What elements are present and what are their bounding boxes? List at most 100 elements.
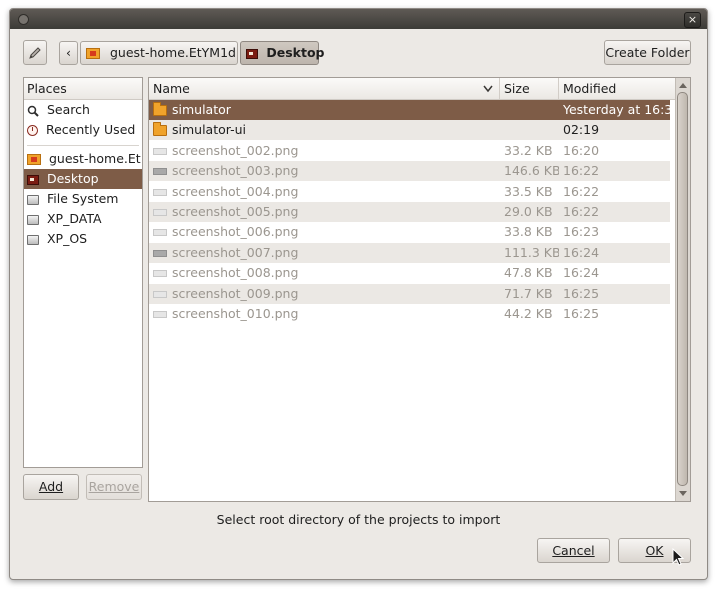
size-cell	[500, 100, 559, 120]
places-divider	[27, 140, 139, 146]
breadcrumb-desktop[interactable]: Desktop	[240, 41, 324, 65]
close-icon[interactable]: ×	[684, 12, 701, 28]
image-file-icon	[153, 270, 167, 278]
modified-cell: 16:20	[563, 142, 600, 158]
search-icon	[27, 105, 39, 117]
file-name: screenshot_008.png	[172, 265, 299, 281]
breadcrumb-desktop-label: Desktop	[266, 45, 325, 60]
modified-cell: 16:25	[563, 306, 600, 321]
file-row[interactable]: screenshot_005.png 29.0 KB 16:22	[149, 202, 670, 222]
file-row[interactable]: screenshot_006.png 33.8 KB 16:23	[149, 222, 670, 242]
size-cell: 146.6 KB	[504, 163, 559, 179]
file-row[interactable]: screenshot_007.png 111.3 KB 16:24	[149, 242, 670, 263]
file-row[interactable]: screenshot_004.png 33.5 KB 16:22	[149, 182, 670, 202]
name-cell: screenshot_003.png	[149, 161, 500, 181]
file-name: screenshot_006.png	[172, 224, 299, 240]
modified-cell: 16:22	[563, 183, 600, 199]
name-cell: screenshot_007.png	[149, 243, 500, 263]
image-file-icon	[153, 229, 167, 237]
breadcrumb-home[interactable]: guest-home.EtYM1d	[80, 41, 238, 65]
image-file-icon	[153, 147, 167, 155]
edit-location-button[interactable]	[23, 40, 47, 65]
drive-icon	[27, 214, 39, 225]
size-cell: 111.3 KB	[504, 244, 559, 260]
title-bar[interactable]: ×	[10, 9, 707, 29]
column-name[interactable]: Name	[149, 78, 500, 99]
size-cell	[500, 120, 559, 140]
modified-cell: Yesterday at 16:35	[563, 102, 678, 117]
modified-cell: 16:22	[563, 204, 600, 219]
file-name: screenshot_003.png	[172, 163, 299, 179]
file-chooser-dialog: × ‹ guest-home.EtYM1d Desktop Create Fol…	[9, 8, 708, 580]
remove-place-button[interactable]: Remove	[86, 474, 142, 500]
ok-label: OK	[645, 543, 664, 558]
file-row[interactable]: screenshot_009.png 71.7 KB 16:25	[149, 283, 670, 304]
add-place-button[interactable]: Add	[23, 474, 79, 500]
file-row[interactable]: screenshot_003.png 146.6 KB 16:22	[149, 161, 670, 182]
file-name: simulator	[172, 102, 231, 117]
status-message: Select root directory of the projects to…	[216, 512, 501, 527]
place-file-system[interactable]: File System	[24, 189, 142, 209]
modified-cell: 16:25	[563, 285, 600, 301]
scroll-thumb[interactable]	[677, 92, 688, 486]
image-file-icon	[153, 290, 167, 298]
image-file-icon	[153, 188, 167, 196]
add-label: Add	[38, 479, 64, 494]
modified-cell: 02:19	[563, 122, 600, 138]
place-recently-used[interactable]: Recently Used	[24, 120, 142, 140]
cancel-button[interactable]: Cancel	[537, 538, 610, 563]
image-file-icon	[153, 209, 167, 216]
file-list: Name Size Modified simulator Yesterday at…	[148, 77, 691, 502]
size-cell: 44.2 KB	[504, 306, 553, 321]
window-menu-icon[interactable]	[18, 14, 29, 25]
home-folder-icon	[86, 48, 100, 59]
chevron-left-icon: ‹	[66, 45, 71, 60]
create-folder-button[interactable]: Create Folder	[604, 40, 691, 65]
size-cell: 29.0 KB	[504, 204, 553, 219]
home-folder-icon	[27, 154, 41, 165]
name-cell: screenshot_004.png	[149, 182, 500, 202]
place-xp-os[interactable]: XP_OS	[24, 229, 142, 249]
chevron-down-icon	[483, 85, 493, 93]
name-cell: simulator-ui	[149, 120, 500, 140]
create-folder-label: Create Folder	[605, 45, 690, 60]
size-cell: 33.8 KB	[504, 224, 553, 240]
places-header[interactable]: Places	[24, 78, 142, 100]
breadcrumb-back-button[interactable]: ‹	[59, 41, 78, 65]
folder-row[interactable]: simulator-ui 02:19	[149, 120, 670, 141]
place-search[interactable]: Search	[24, 100, 142, 120]
mouse-cursor-icon	[672, 548, 685, 566]
name-cell: screenshot_005.png	[149, 202, 500, 222]
file-name: screenshot_007.png	[172, 244, 299, 260]
scroll-up-icon[interactable]	[679, 83, 687, 88]
place-xp-data[interactable]: XP_DATA	[24, 209, 142, 229]
pencil-icon	[29, 47, 41, 59]
name-cell: screenshot_002.png	[149, 141, 500, 161]
desktop-icon	[246, 48, 258, 59]
place-home[interactable]: guest-home.Et…	[24, 149, 142, 169]
places-sidebar: Places Search Recently Used guest-home.E…	[23, 77, 143, 468]
scroll-down-icon[interactable]	[679, 491, 687, 496]
name-cell: screenshot_006.png	[149, 222, 500, 242]
image-file-icon	[153, 168, 167, 176]
size-cell: 33.2 KB	[504, 142, 553, 158]
name-cell: screenshot_009.png	[149, 284, 500, 304]
file-row[interactable]: screenshot_008.png 47.8 KB 16:24	[149, 263, 670, 283]
remove-label: Remove	[88, 479, 140, 494]
file-row[interactable]: screenshot_010.png 44.2 KB 16:25	[149, 304, 670, 324]
place-desktop[interactable]: Desktop	[24, 169, 142, 189]
modified-cell: 16:24	[563, 265, 600, 281]
cancel-label: Cancel	[552, 543, 595, 558]
file-name: screenshot_004.png	[172, 183, 299, 199]
modified-cell: 16:22	[563, 163, 600, 179]
folder-row[interactable]: simulator Yesterday at 16:35	[149, 100, 678, 120]
file-rows: simulator Yesterday at 16:35 simulator-ui 0…	[149, 100, 678, 500]
recent-icon	[27, 125, 38, 136]
vertical-scrollbar[interactable]	[675, 78, 690, 501]
file-row[interactable]: screenshot_002.png 33.2 KB 16:20	[149, 141, 670, 161]
folder-icon	[153, 122, 167, 137]
column-size[interactable]: Size	[500, 78, 559, 99]
image-file-icon	[153, 249, 167, 257]
column-modified[interactable]: Modified	[559, 78, 678, 99]
drive-icon	[27, 234, 39, 245]
